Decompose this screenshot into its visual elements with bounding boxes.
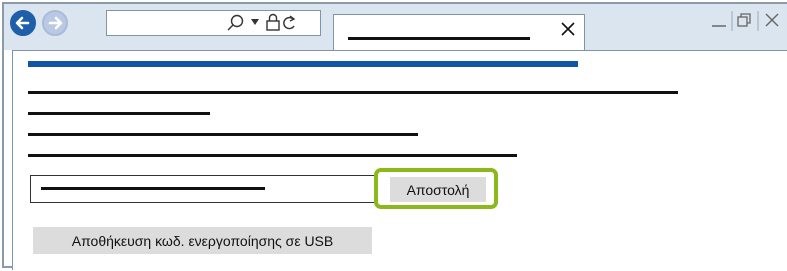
activation-code-input[interactable] xyxy=(30,175,382,203)
refresh-icon xyxy=(283,15,296,30)
close-icon xyxy=(765,13,779,27)
arrow-left-icon xyxy=(15,16,30,30)
text-line xyxy=(28,133,418,136)
forward-button[interactable] xyxy=(42,10,68,36)
address-bar-icons xyxy=(227,13,296,31)
arrow-right-icon xyxy=(48,16,63,30)
text-line xyxy=(28,154,517,157)
text-line xyxy=(28,91,678,94)
window-controls xyxy=(712,11,779,31)
close-icon[interactable] xyxy=(559,20,577,38)
send-button[interactable]: Αποστολή xyxy=(390,177,486,202)
tab-title xyxy=(348,37,530,40)
save-activation-code-usb-button[interactable]: Αποθήκευση κωδ. ενεργοποίησης σε USB xyxy=(33,227,372,254)
header-accent-bar xyxy=(28,61,578,67)
lock-icon xyxy=(266,13,280,31)
restore-icon xyxy=(737,13,751,27)
input-value xyxy=(41,187,265,190)
address-bar[interactable] xyxy=(106,10,321,36)
browser-tab[interactable] xyxy=(333,14,585,50)
back-button[interactable] xyxy=(10,10,36,36)
search-icon xyxy=(227,14,244,31)
text-line xyxy=(28,112,210,115)
dropdown-icon xyxy=(251,19,259,25)
title-bar xyxy=(4,4,787,50)
